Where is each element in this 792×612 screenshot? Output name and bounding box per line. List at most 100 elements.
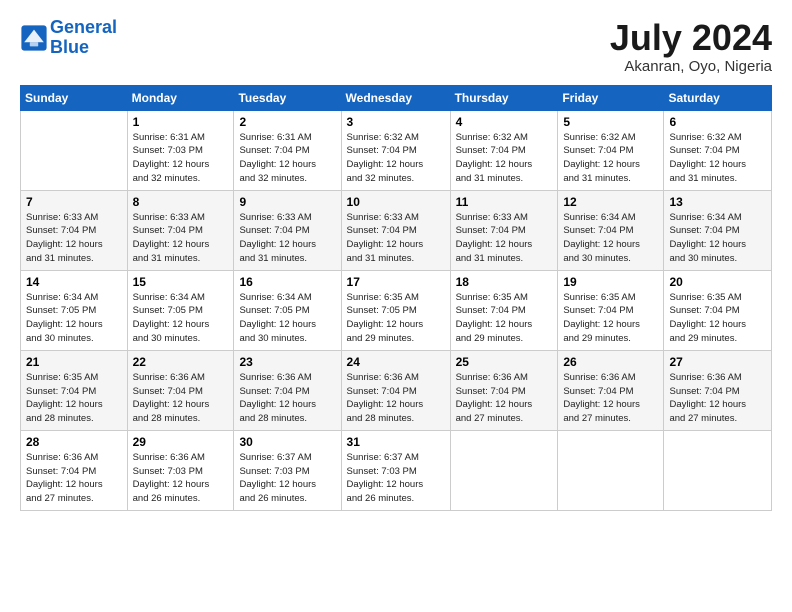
- day-number: 11: [456, 195, 553, 209]
- day-number: 4: [456, 115, 553, 129]
- day-number: 27: [669, 355, 766, 369]
- header-row: Sunday Monday Tuesday Wednesday Thursday…: [21, 85, 772, 110]
- col-sunday: Sunday: [21, 85, 128, 110]
- day-info: Sunrise: 6:36 AM Sunset: 7:04 PM Dayligh…: [347, 371, 445, 426]
- day-info: Sunrise: 6:33 AM Sunset: 7:04 PM Dayligh…: [347, 211, 445, 266]
- day-number: 18: [456, 275, 553, 289]
- week-row-2: 14 Sunrise: 6:34 AM Sunset: 7:05 PM Dayli…: [21, 270, 772, 350]
- day-number: 29: [133, 435, 229, 449]
- day-info: Sunrise: 6:31 AM Sunset: 7:04 PM Dayligh…: [239, 131, 335, 186]
- day-cell: 14 Sunrise: 6:34 AM Sunset: 7:05 PM Dayli…: [21, 270, 128, 350]
- day-cell: [558, 430, 664, 510]
- day-cell: 24 Sunrise: 6:36 AM Sunset: 7:04 PM Dayli…: [341, 350, 450, 430]
- col-wednesday: Wednesday: [341, 85, 450, 110]
- day-cell: 4 Sunrise: 6:32 AM Sunset: 7:04 PM Daylig…: [450, 110, 558, 190]
- day-cell: 15 Sunrise: 6:34 AM Sunset: 7:05 PM Dayli…: [127, 270, 234, 350]
- day-cell: 28Sunrise: 6:36 AM Sunset: 7:04 PM Dayli…: [21, 430, 128, 510]
- day-info: Sunrise: 6:36 AM Sunset: 7:03 PM Dayligh…: [133, 451, 229, 506]
- day-number: 2: [239, 115, 335, 129]
- day-number: 31: [347, 435, 445, 449]
- day-number: 16: [239, 275, 335, 289]
- day-number: 20: [669, 275, 766, 289]
- day-cell: 27Sunrise: 6:36 AM Sunset: 7:04 PM Dayli…: [664, 350, 772, 430]
- day-number: 15: [133, 275, 229, 289]
- day-cell: 10 Sunrise: 6:33 AM Sunset: 7:04 PM Dayli…: [341, 190, 450, 270]
- day-number: 14: [26, 275, 122, 289]
- title-block: July 2024 Akanran, Oyo, Nigeria: [610, 18, 772, 75]
- day-cell: 6 Sunrise: 6:32 AM Sunset: 7:04 PM Daylig…: [664, 110, 772, 190]
- day-number: 21: [26, 355, 122, 369]
- day-cell: 22Sunrise: 6:36 AM Sunset: 7:04 PM Dayli…: [127, 350, 234, 430]
- day-cell: [21, 110, 128, 190]
- day-cell: 3 Sunrise: 6:32 AM Sunset: 7:04 PM Daylig…: [341, 110, 450, 190]
- day-number: 6: [669, 115, 766, 129]
- page: General Blue July 2024 Akanran, Oyo, Nig…: [0, 0, 792, 521]
- day-cell: 9 Sunrise: 6:33 AM Sunset: 7:04 PM Daylig…: [234, 190, 341, 270]
- day-number: 17: [347, 275, 445, 289]
- day-info: Sunrise: 6:32 AM Sunset: 7:04 PM Dayligh…: [456, 131, 553, 186]
- day-info: Sunrise: 6:35 AM Sunset: 7:04 PM Dayligh…: [456, 291, 553, 346]
- day-info: Sunrise: 6:36 AM Sunset: 7:04 PM Dayligh…: [239, 371, 335, 426]
- logo-line1: General: [50, 17, 117, 37]
- day-cell: 23 Sunrise: 6:36 AM Sunset: 7:04 PM Dayli…: [234, 350, 341, 430]
- day-info: Sunrise: 6:36 AM Sunset: 7:04 PM Dayligh…: [26, 451, 122, 506]
- day-info: Sunrise: 6:33 AM Sunset: 7:04 PM Dayligh…: [133, 211, 229, 266]
- day-info: Sunrise: 6:33 AM Sunset: 7:04 PM Dayligh…: [239, 211, 335, 266]
- day-number: 19: [563, 275, 658, 289]
- day-number: 24: [347, 355, 445, 369]
- day-info: Sunrise: 6:35 AM Sunset: 7:05 PM Dayligh…: [347, 291, 445, 346]
- day-cell: 26 Sunrise: 6:36 AM Sunset: 7:04 PM Dayli…: [558, 350, 664, 430]
- day-cell: 11 Sunrise: 6:33 AM Sunset: 7:04 PM Dayli…: [450, 190, 558, 270]
- day-info: Sunrise: 6:34 AM Sunset: 7:05 PM Dayligh…: [26, 291, 122, 346]
- day-number: 26: [563, 355, 658, 369]
- day-number: 8: [133, 195, 229, 209]
- col-monday: Monday: [127, 85, 234, 110]
- week-row-1: 7 Sunrise: 6:33 AM Sunset: 7:04 PM Daylig…: [21, 190, 772, 270]
- week-row-3: 21 Sunrise: 6:35 AM Sunset: 7:04 PM Dayli…: [21, 350, 772, 430]
- day-number: 7: [26, 195, 122, 209]
- day-cell: [664, 430, 772, 510]
- day-number: 22: [133, 355, 229, 369]
- day-cell: 2 Sunrise: 6:31 AM Sunset: 7:04 PM Daylig…: [234, 110, 341, 190]
- day-cell: 5Sunrise: 6:32 AM Sunset: 7:04 PM Daylig…: [558, 110, 664, 190]
- week-row-4: 28Sunrise: 6:36 AM Sunset: 7:04 PM Dayli…: [21, 430, 772, 510]
- col-tuesday: Tuesday: [234, 85, 341, 110]
- day-number: 30: [239, 435, 335, 449]
- day-info: Sunrise: 6:36 AM Sunset: 7:04 PM Dayligh…: [563, 371, 658, 426]
- day-cell: 13Sunrise: 6:34 AM Sunset: 7:04 PM Dayli…: [664, 190, 772, 270]
- day-info: Sunrise: 6:35 AM Sunset: 7:04 PM Dayligh…: [563, 291, 658, 346]
- day-cell: 20 Sunrise: 6:35 AM Sunset: 7:04 PM Dayli…: [664, 270, 772, 350]
- day-info: Sunrise: 6:37 AM Sunset: 7:03 PM Dayligh…: [239, 451, 335, 506]
- calendar-body: 1Sunrise: 6:31 AM Sunset: 7:03 PM Daylig…: [21, 110, 772, 510]
- day-cell: 17 Sunrise: 6:35 AM Sunset: 7:05 PM Dayli…: [341, 270, 450, 350]
- day-info: Sunrise: 6:32 AM Sunset: 7:04 PM Dayligh…: [563, 131, 658, 186]
- day-number: 3: [347, 115, 445, 129]
- day-info: Sunrise: 6:35 AM Sunset: 7:04 PM Dayligh…: [669, 291, 766, 346]
- day-info: Sunrise: 6:34 AM Sunset: 7:05 PM Dayligh…: [239, 291, 335, 346]
- day-info: Sunrise: 6:34 AM Sunset: 7:04 PM Dayligh…: [669, 211, 766, 266]
- logo-line2: Blue: [50, 37, 89, 57]
- day-cell: 1Sunrise: 6:31 AM Sunset: 7:03 PM Daylig…: [127, 110, 234, 190]
- day-cell: 21 Sunrise: 6:35 AM Sunset: 7:04 PM Dayli…: [21, 350, 128, 430]
- day-number: 23: [239, 355, 335, 369]
- col-friday: Friday: [558, 85, 664, 110]
- day-cell: 7 Sunrise: 6:33 AM Sunset: 7:04 PM Daylig…: [21, 190, 128, 270]
- day-info: Sunrise: 6:33 AM Sunset: 7:04 PM Dayligh…: [456, 211, 553, 266]
- day-number: 9: [239, 195, 335, 209]
- col-thursday: Thursday: [450, 85, 558, 110]
- day-info: Sunrise: 6:35 AM Sunset: 7:04 PM Dayligh…: [26, 371, 122, 426]
- logo-icon: [20, 24, 48, 52]
- day-cell: 31Sunrise: 6:37 AM Sunset: 7:03 PM Dayli…: [341, 430, 450, 510]
- day-cell: 29 Sunrise: 6:36 AM Sunset: 7:03 PM Dayli…: [127, 430, 234, 510]
- location: Akanran, Oyo, Nigeria: [610, 58, 772, 75]
- day-number: 10: [347, 195, 445, 209]
- day-info: Sunrise: 6:34 AM Sunset: 7:05 PM Dayligh…: [133, 291, 229, 346]
- day-info: Sunrise: 6:32 AM Sunset: 7:04 PM Dayligh…: [669, 131, 766, 186]
- day-info: Sunrise: 6:31 AM Sunset: 7:03 PM Dayligh…: [133, 131, 229, 186]
- month-title: July 2024: [610, 18, 772, 58]
- header: General Blue July 2024 Akanran, Oyo, Nig…: [20, 18, 772, 75]
- day-cell: 8 Sunrise: 6:33 AM Sunset: 7:04 PM Daylig…: [127, 190, 234, 270]
- day-info: Sunrise: 6:32 AM Sunset: 7:04 PM Dayligh…: [347, 131, 445, 186]
- day-info: Sunrise: 6:33 AM Sunset: 7:04 PM Dayligh…: [26, 211, 122, 266]
- logo-text: General Blue: [50, 18, 117, 58]
